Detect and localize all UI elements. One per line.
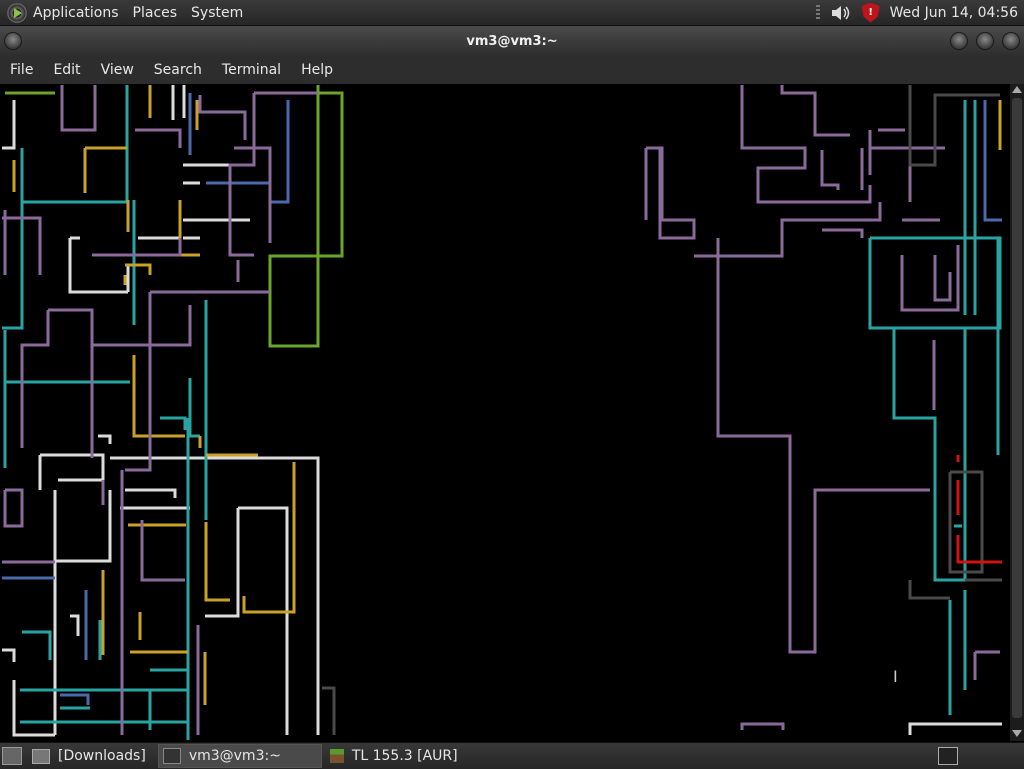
mouse-ibeam-cursor-icon: I: [893, 667, 898, 686]
pipes-blue: [2, 93, 1002, 705]
window-title: vm3@vm3:~: [466, 33, 558, 49]
terminal-output[interactable]: I: [0, 84, 1010, 741]
folder-icon: [32, 748, 50, 764]
taskbar-item-downloads[interactable]: [Downloads]: [28, 745, 154, 767]
places-menu[interactable]: Places: [133, 5, 178, 21]
bottom-panel: [Downloads] vm3@vm3:~ TL 155.3 [AUR]: [0, 742, 1024, 769]
pipes-screensaver-art: [2, 85, 1002, 740]
scroll-down-arrow-icon[interactable]: [1012, 730, 1022, 737]
menubar: File Edit View Search Terminal Help: [0, 56, 1024, 84]
minecraft-icon: [329, 749, 344, 763]
pipes-white: [2, 85, 1002, 737]
distro-logo-icon[interactable]: [7, 2, 27, 23]
tray-separator: [815, 4, 820, 21]
scrollbar-thumb[interactable]: [1012, 98, 1022, 718]
menu-help[interactable]: Help: [301, 62, 333, 78]
menu-terminal[interactable]: Terminal: [222, 62, 281, 78]
scroll-up-arrow-icon[interactable]: [1012, 86, 1022, 93]
taskbar-item-label: [Downloads]: [58, 748, 146, 764]
pipes-purple: [2, 85, 1000, 735]
window-menu-button[interactable]: [4, 32, 22, 50]
pipes-teal: [2, 85, 1002, 740]
update-shield-icon[interactable]: !: [861, 2, 880, 23]
taskbar-item-label: vm3@vm3:~: [188, 748, 281, 764]
applications-menu[interactable]: Applications: [33, 5, 119, 21]
maximize-button[interactable]: [976, 32, 994, 50]
workspace-switcher-icon[interactable]: [938, 747, 958, 765]
terminal-scrollbar[interactable]: [1010, 84, 1024, 741]
system-menu[interactable]: System: [191, 5, 243, 21]
system-tray: ! Wed Jun 14, 04:56: [815, 0, 1024, 25]
menu-view[interactable]: View: [101, 62, 134, 78]
taskbar-item-label: TL 155.3 [AUR]: [351, 748, 458, 764]
taskbar-item-terminal[interactable]: vm3@vm3:~: [157, 744, 322, 768]
window-titlebar[interactable]: vm3@vm3:~: [0, 26, 1024, 56]
pipes-green: [5, 85, 344, 348]
show-desktop-icon[interactable]: [2, 747, 22, 765]
clock[interactable]: Wed Jun 14, 04:56: [890, 5, 1018, 21]
top-panel: Applications Places System ! Wed Jun 14,…: [0, 0, 1024, 26]
menu-edit[interactable]: Edit: [53, 62, 80, 78]
menu-file[interactable]: File: [10, 62, 33, 78]
volume-icon[interactable]: [830, 4, 852, 22]
taskbar-item-minecraft[interactable]: TL 155.3 [AUR]: [326, 745, 466, 767]
pipes-yellow: [12, 85, 1002, 705]
minimize-button[interactable]: [950, 32, 968, 50]
close-button[interactable]: [1002, 32, 1020, 50]
menu-search[interactable]: Search: [154, 62, 202, 78]
terminal-icon: [162, 748, 181, 764]
